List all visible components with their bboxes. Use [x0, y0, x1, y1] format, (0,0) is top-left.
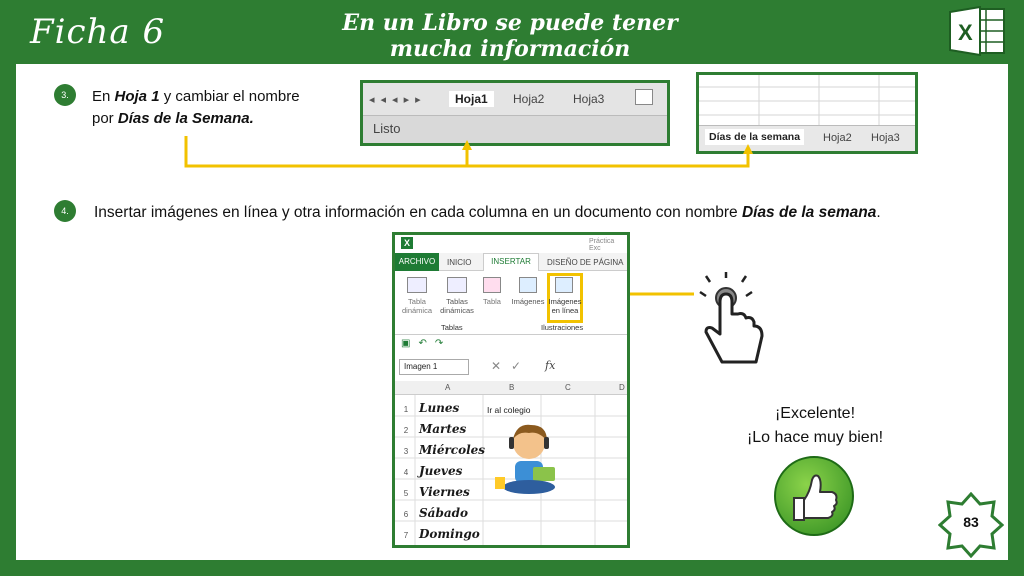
doc-title: Práctica Exc	[589, 238, 615, 252]
cell-a2[interactable]: Martes	[419, 422, 466, 436]
cell-a7[interactable]: Domingo	[419, 527, 480, 541]
cell-a1[interactable]: Lunes	[419, 401, 459, 415]
col-header-c[interactable]: C	[565, 383, 571, 392]
online-pictures-icon[interactable]	[555, 277, 573, 293]
pictures-icon[interactable]	[519, 277, 537, 293]
btn-tabla-dinamica[interactable]: Tabla dinámica	[399, 297, 435, 315]
excel-app-icon: X	[401, 237, 413, 249]
group-tablas: Tablas	[441, 323, 463, 332]
inserted-clipart-image[interactable]	[489, 421, 569, 497]
cell-a6[interactable]: Sábado	[419, 506, 468, 520]
tab-archivo[interactable]: ARCHIVO	[395, 253, 439, 271]
thumbs-up-icon	[793, 474, 838, 521]
cell-a5[interactable]: Viernes	[419, 485, 470, 499]
step-4-text: Insertar imágenes en línea y otra inform…	[94, 204, 881, 221]
excel-insert-screenshot: X Práctica Exc ARCHIVO INICIO INSERTAR D…	[392, 232, 630, 548]
row-num[interactable]: 2	[399, 426, 413, 435]
btn-imagenes-linea[interactable]: Imágenes en línea	[547, 297, 583, 315]
thumbs-up-badge	[774, 456, 854, 536]
formula-buttons-icon[interactable]: ✕✓	[491, 359, 531, 373]
row-num[interactable]: 1	[399, 405, 413, 414]
name-box[interactable]: Imagen 1	[399, 359, 469, 375]
page-number: 83	[963, 514, 979, 530]
group-ilustraciones: Ilustraciones	[541, 323, 584, 332]
cell-b1[interactable]: Ir al colegio	[487, 405, 530, 415]
row-num[interactable]: 3	[399, 447, 413, 456]
row-num[interactable]: 4	[399, 468, 413, 477]
table-icon[interactable]	[483, 277, 501, 293]
btn-tablas-dinamicas[interactable]: Tablas dinámicas	[439, 297, 475, 315]
col-header-a[interactable]: A	[445, 383, 450, 392]
step-4-bullet: 4.	[54, 200, 76, 222]
row-num[interactable]: 6	[399, 510, 413, 519]
quick-access-icons[interactable]: ▣↶↷	[401, 338, 451, 349]
btn-tabla[interactable]: Tabla	[477, 297, 507, 306]
row-num[interactable]: 7	[399, 531, 413, 540]
praise-text: ¡Excelente! ¡Lo hace muy bien!	[746, 405, 884, 446]
cell-a4[interactable]: Jueves	[419, 464, 462, 478]
pivot-table-icon[interactable]	[407, 277, 427, 293]
tap-hand-icon	[699, 272, 764, 364]
fx-icon[interactable]: fx	[545, 359, 555, 372]
tab-inicio[interactable]: INICIO	[447, 258, 471, 267]
tab-diseno-pagina[interactable]: DISEÑO DE PÁGINA	[547, 258, 623, 267]
col-header-b[interactable]: B	[509, 383, 514, 392]
tab-insertar[interactable]: INSERTAR	[483, 253, 539, 271]
btn-imagenes[interactable]: Imágenes	[509, 297, 547, 306]
cell-a3[interactable]: Miércoles	[419, 443, 485, 457]
row-num[interactable]: 5	[399, 489, 413, 498]
col-header-d[interactable]: D	[619, 383, 625, 392]
recommended-pivot-icon[interactable]	[447, 277, 467, 293]
